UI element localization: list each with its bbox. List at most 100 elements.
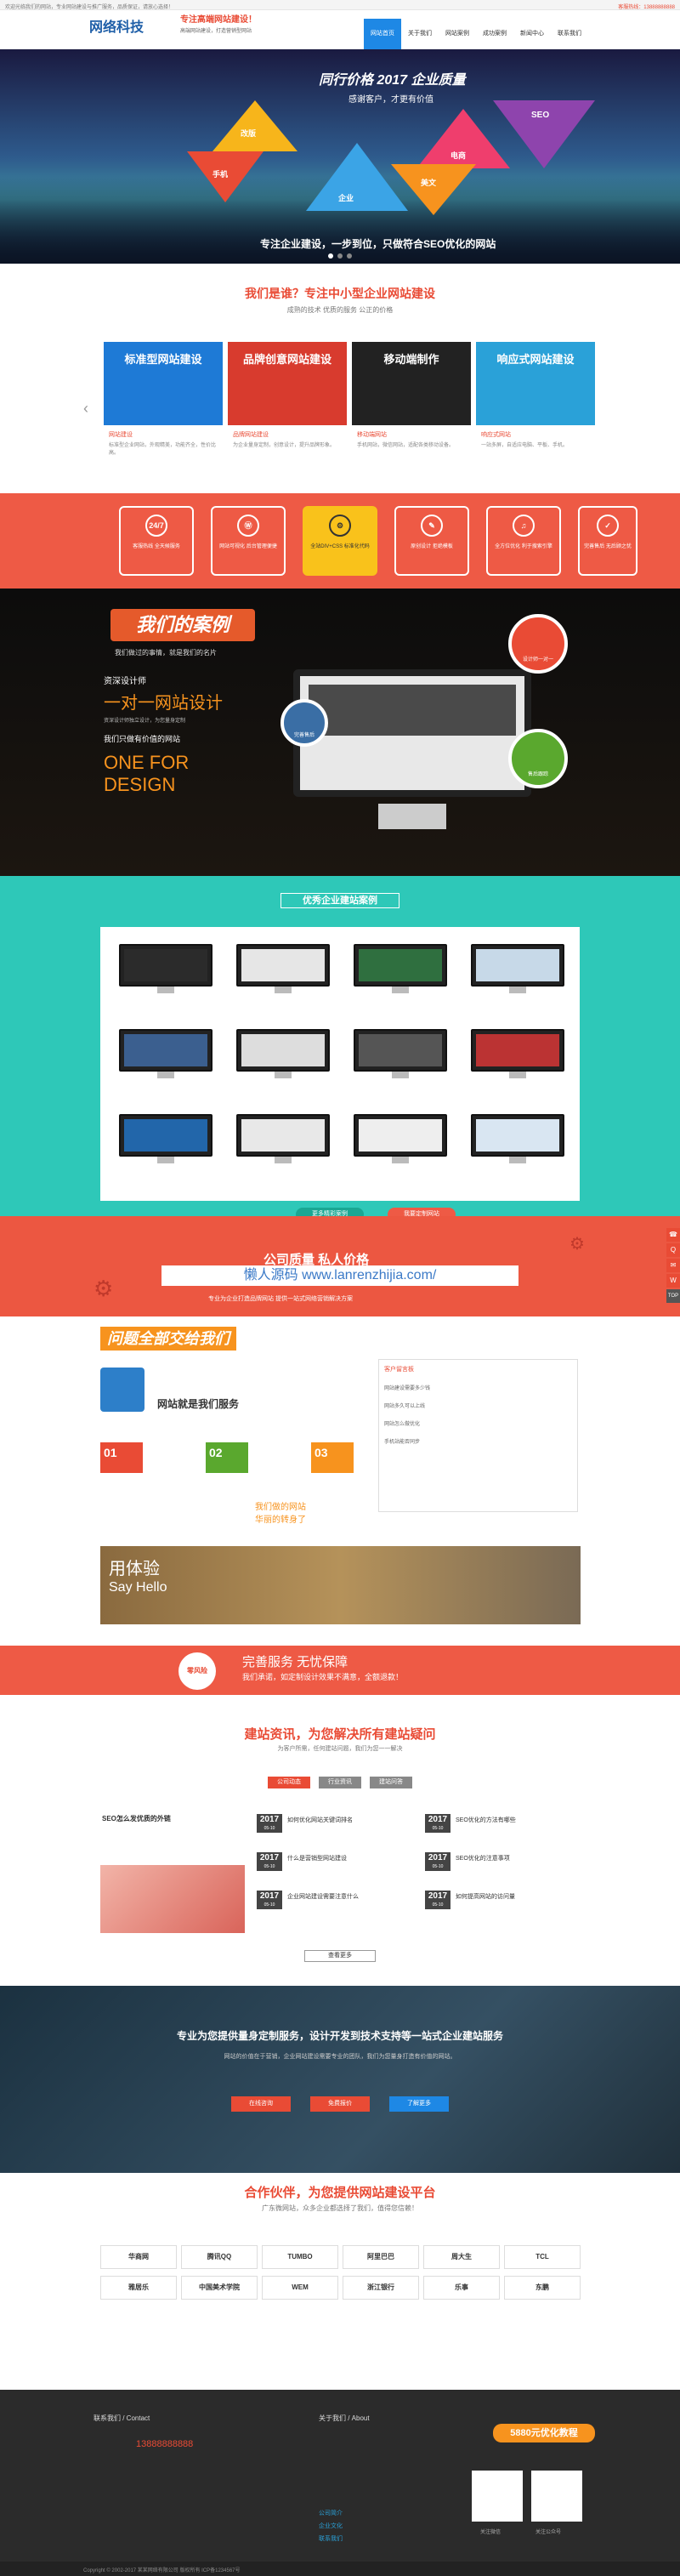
news-item[interactable]: SEO优化的方法有哪些: [456, 1816, 516, 1824]
custom-service-section: 专业为您提供量身定制服务，设计开发到技术支持等一站式企业建站服务 网站的价值在于…: [0, 1986, 680, 2173]
gear-icon: ⚙: [94, 1276, 114, 1301]
footer-link[interactable]: 公司简介: [319, 2509, 343, 2517]
message-item[interactable]: 网站怎么做优化: [384, 1419, 572, 1427]
news-item[interactable]: SEO优化的注意事项: [456, 1854, 510, 1862]
case-thumbnail[interactable]: [119, 1029, 212, 1083]
case-thumbnail[interactable]: [354, 1029, 447, 1083]
footer-contact-title: 联系我们 / Contact: [94, 2414, 150, 2422]
partner-logo[interactable]: 浙江银行: [343, 2276, 419, 2300]
news-lead-title[interactable]: SEO怎么发优质的外链: [102, 1814, 171, 1823]
nav-item-news[interactable]: 新闻中心: [513, 19, 551, 49]
card-banner: 品牌创意网站建设: [228, 342, 347, 425]
top-bar-phone[interactable]: 客服热线：13888888888: [618, 3, 675, 10]
whoweare-header: 我们是谁？专注中小型企业网站建设 成熟的技术 优质的服务 公正的价格: [0, 285, 680, 315]
footer-phone[interactable]: 13888888888: [136, 2439, 193, 2449]
footer-link[interactable]: 联系我们: [319, 2534, 343, 2543]
service-card[interactable]: 品牌创意网站建设 品牌网站建设 为企业量身定制，创意设计，提升品牌形象。: [228, 342, 347, 469]
feature-text: 客服热线 全天候服务: [133, 544, 180, 549]
service-title: 完善服务 无忧保障: [242, 1655, 348, 1669]
partner-logo[interactable]: 华商网: [100, 2245, 177, 2269]
nav-item-success[interactable]: 成功案例: [476, 19, 513, 49]
message-item[interactable]: 网站多久可以上线: [384, 1402, 572, 1409]
news-item[interactable]: 企业网站建设需要注意什么: [287, 1892, 359, 1901]
site-logo[interactable]: 网络科技: [89, 15, 159, 37]
case-thumbnail[interactable]: [354, 1114, 447, 1169]
nav-item-contact[interactable]: 联系我们: [551, 19, 588, 49]
news-item[interactable]: 如何优化网站关键词排名: [287, 1816, 353, 1824]
qr-label: 关注公众号: [536, 2530, 562, 2535]
news-date: 2017 05-10: [425, 1891, 450, 1909]
qq-icon[interactable]: Q: [666, 1243, 680, 1257]
partner-logo[interactable]: WEM: [262, 2276, 338, 2300]
nav-item-home[interactable]: 网站首页: [364, 19, 401, 49]
prev-arrow-icon[interactable]: ‹: [83, 400, 88, 418]
qr-code-icon: [531, 2471, 582, 2522]
news-lead-image[interactable]: [100, 1865, 245, 1933]
partner-logo[interactable]: 腾讯QQ: [181, 2245, 258, 2269]
partner-logo[interactable]: TCL: [504, 2245, 581, 2269]
hello-big: 用体验: [109, 1560, 160, 1578]
tile-seo: SEO: [531, 111, 550, 120]
service-card[interactable]: 响应式网站建设 响应式网站 一站多屏，自适应电脑、平板、手机。: [476, 342, 595, 469]
message-item[interactable]: 手机站能否同步: [384, 1437, 572, 1445]
promo-badge[interactable]: 5880元优化教程: [493, 2424, 595, 2442]
qa-num: 03: [311, 1442, 354, 1473]
partner-logo[interactable]: 东鹏: [504, 2276, 581, 2300]
news-item[interactable]: 如何提高网站的访问量: [456, 1892, 515, 1901]
case-thumbnail[interactable]: [236, 1029, 330, 1083]
case-thumbnail[interactable]: [236, 1114, 330, 1169]
qa-num: 02: [206, 1442, 248, 1473]
nav-item-about[interactable]: 关于我们: [401, 19, 439, 49]
custom-desc: 网站的价值在于营销，企业网站建设需要专业的团队，我们为您量身打造有价值的网站。: [224, 2054, 456, 2060]
feature-box: ✓ 完善售后 无后顾之忧: [578, 506, 638, 576]
music-icon: ♫: [513, 515, 535, 537]
chat-icon[interactable]: ✉: [666, 1259, 680, 1272]
news-section: 建站资讯，为您解决所有建站疑问 为客户所需，任何建站问题，我们为您一一解决 公司…: [0, 1695, 680, 1986]
partner-logo[interactable]: 乐事: [423, 2276, 500, 2300]
footer-link[interactable]: 企业文化: [319, 2522, 343, 2530]
back-to-top-icon[interactable]: TOP: [666, 1289, 680, 1303]
news-day: 05-10: [264, 1902, 275, 1908]
case-thumbnail[interactable]: [471, 1114, 564, 1169]
partner-logo[interactable]: 阿里巴巴: [343, 2245, 419, 2269]
tile-mobile: 手机: [212, 170, 229, 179]
consult-button[interactable]: 在线咨询: [231, 2096, 291, 2112]
feature-box: 24/7 客服热线 全天候服务: [119, 506, 194, 576]
tab-faq[interactable]: 建站问答: [370, 1777, 412, 1788]
partners-title: 合作伙伴，为您提供网站建设平台: [244, 2186, 436, 2200]
hero-dot[interactable]: [337, 253, 343, 259]
phone-icon[interactable]: ☎: [666, 1228, 680, 1242]
message-board: 客户留言板 网站建设需要多少钱 网站多久可以上线 网站怎么做优化 手机站能否同步: [378, 1359, 578, 1512]
partner-logo[interactable]: 雅居乐: [100, 2276, 177, 2300]
whoweare-subtitle: 成熟的技术 优质的服务 公正的价格: [286, 306, 394, 314]
tab-company-news[interactable]: 公司动态: [268, 1777, 310, 1788]
nav-item-cases[interactable]: 网站案例: [439, 19, 476, 49]
hero-dot[interactable]: [347, 253, 352, 259]
service-card[interactable]: 移动端制作 移动端网站 手机网站，微信网站，适配各类移动设备。: [352, 342, 471, 469]
case-thumbnail[interactable]: [119, 1114, 212, 1169]
case-thumbnail[interactable]: [471, 1029, 564, 1083]
learn-more-button[interactable]: 了解更多: [389, 2096, 449, 2112]
case-thumbnail[interactable]: [354, 944, 447, 998]
partner-logo[interactable]: 中国美术学院: [181, 2276, 258, 2300]
partner-logo[interactable]: 周大生: [423, 2245, 500, 2269]
partner-logo[interactable]: TUMBO: [262, 2245, 338, 2269]
quote-button[interactable]: 免费报价: [310, 2096, 370, 2112]
feature-text: 全方位优化 利于搜索引擎: [495, 544, 552, 549]
feature-text: 全站DIV+CSS 标准化代码: [310, 544, 370, 549]
message-item[interactable]: 网站建设需要多少钱: [384, 1384, 572, 1391]
wechat-icon[interactable]: W: [666, 1274, 680, 1288]
site-footer: 联系我们 / Contact 13888888888 关于我们 / About …: [0, 2390, 680, 2568]
case-thumbnail[interactable]: [119, 944, 212, 998]
service-card[interactable]: 标准型网站建设 网站建设 标准型企业网站，外观精美，功能齐全，性价比高。: [104, 342, 223, 469]
qr-label: 关注微信: [480, 2530, 502, 2535]
case-thumbnail[interactable]: [471, 944, 564, 998]
case-thumbnail[interactable]: [236, 944, 330, 998]
design-banner: 我们的案例: [110, 609, 255, 641]
tile-ecommerce: 电商: [450, 151, 467, 160]
hero-dot[interactable]: [328, 253, 333, 259]
news-item[interactable]: 什么是营销型网站建设: [287, 1854, 347, 1862]
tab-industry-news[interactable]: 行业资讯: [319, 1777, 361, 1788]
design-d2: 一对一网站设计: [104, 694, 223, 713]
news-more-button[interactable]: 查看更多: [304, 1950, 376, 1962]
